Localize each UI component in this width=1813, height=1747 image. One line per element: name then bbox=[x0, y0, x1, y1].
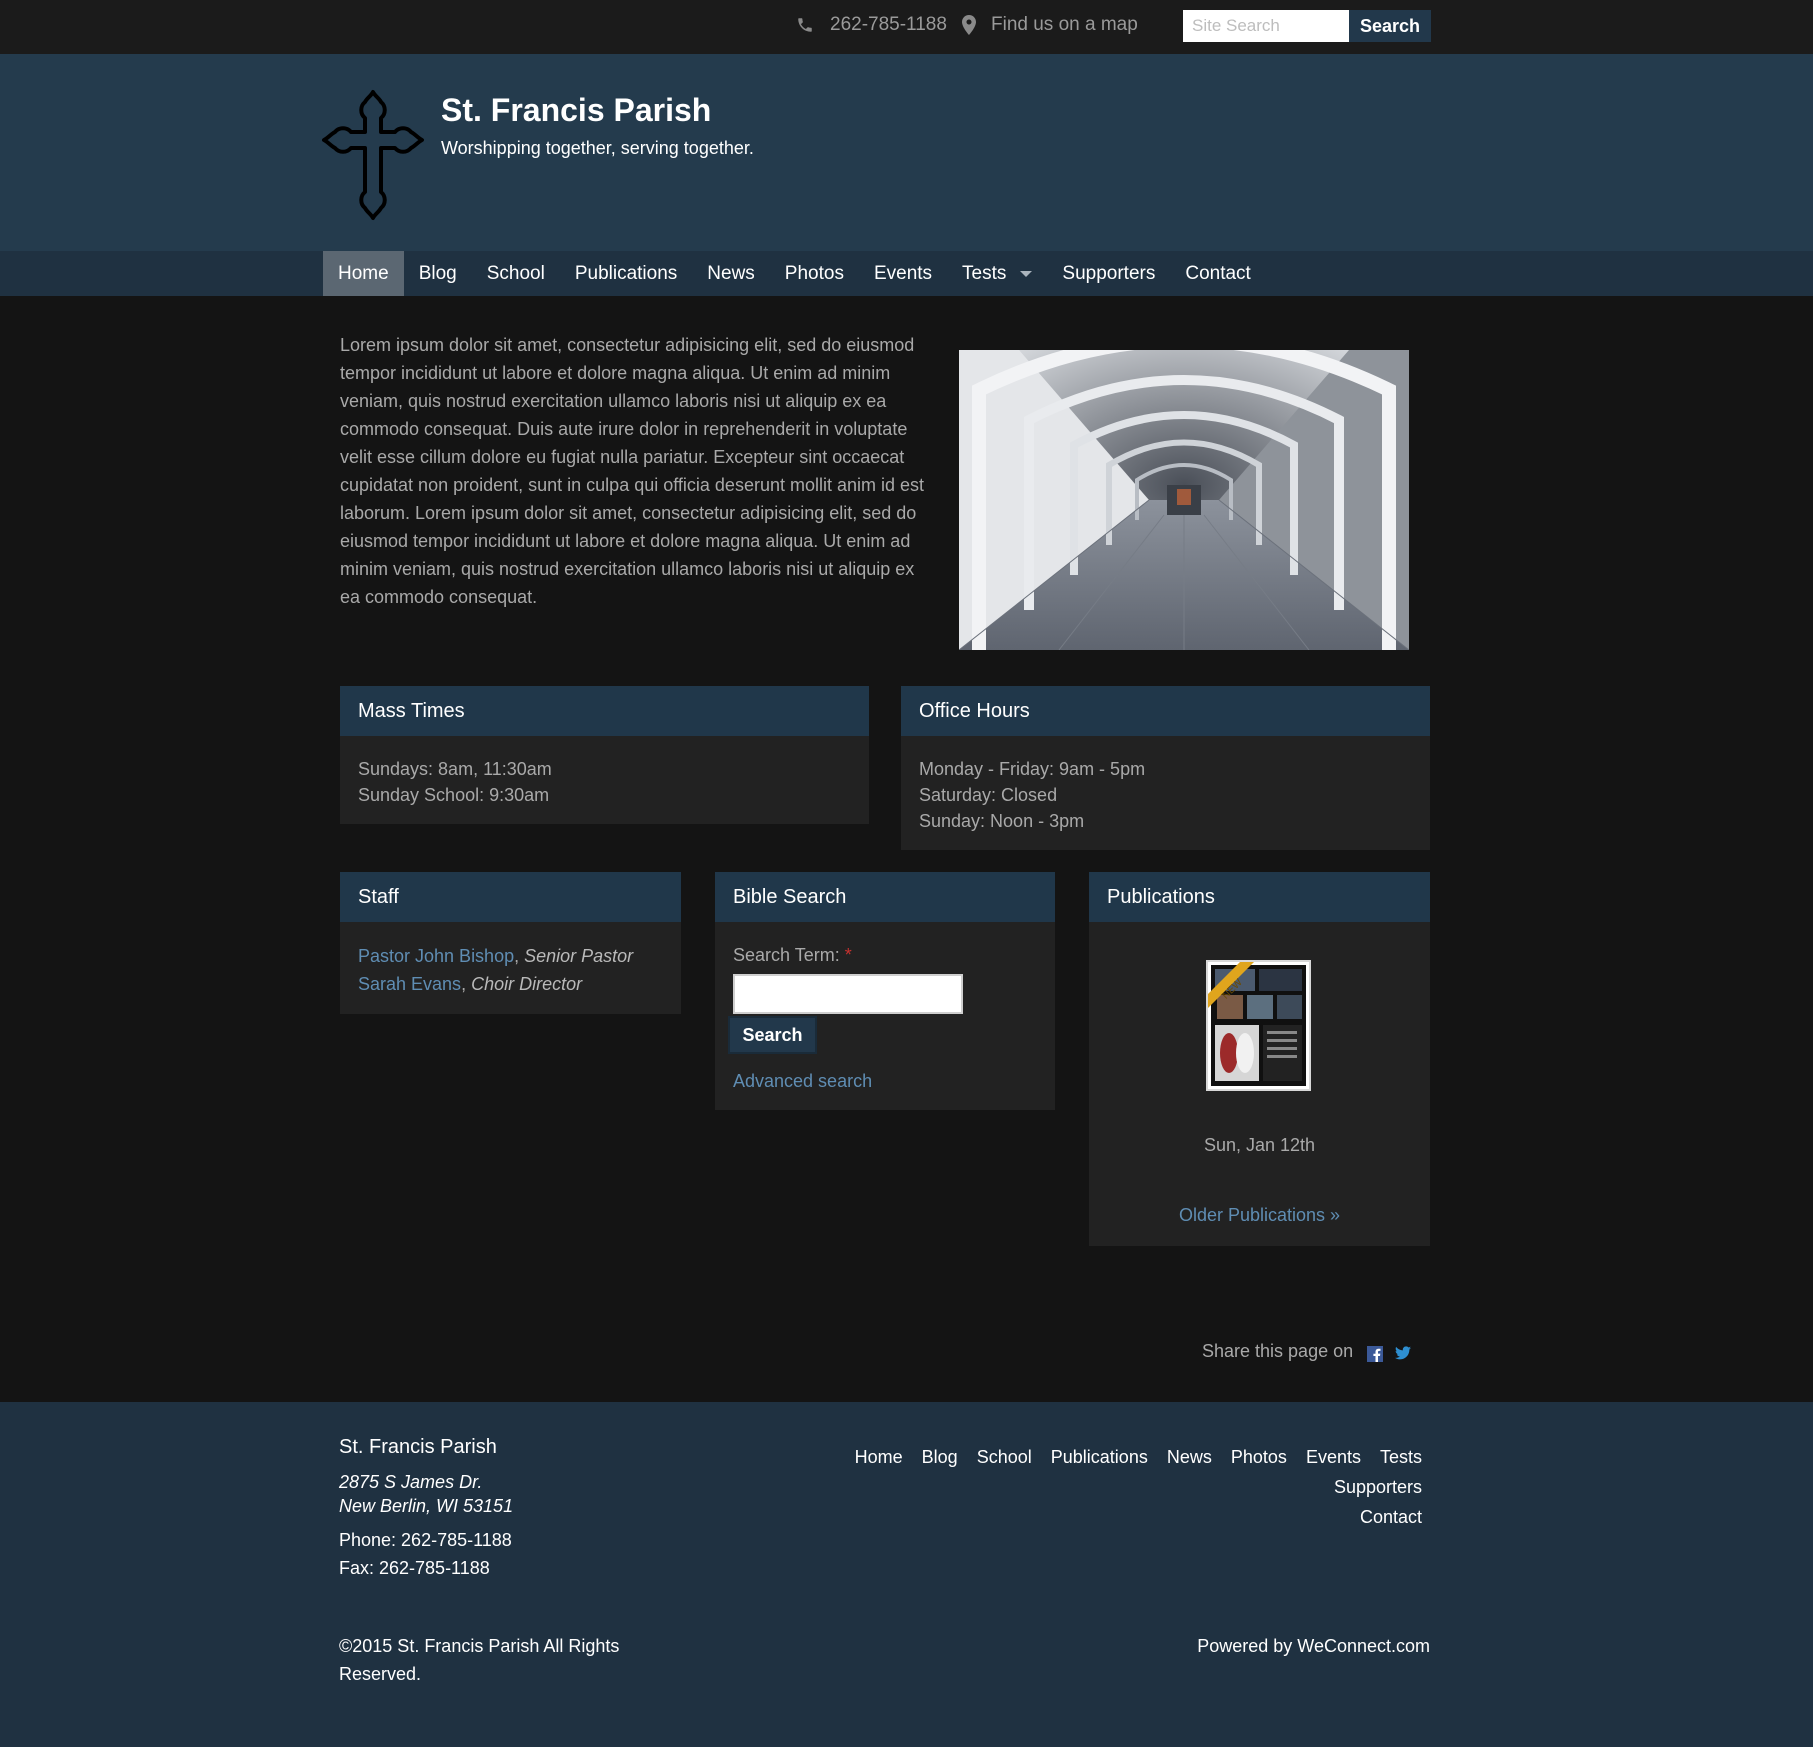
publication-thumbnail[interactable]: NEW bbox=[1206, 960, 1311, 1091]
staff-panel: Staff Pastor John Bishop, Senior Pastor … bbox=[340, 872, 681, 1014]
staff-role: Senior Pastor bbox=[524, 946, 634, 966]
footer-nav-supporters[interactable]: Supporters bbox=[1334, 1477, 1422, 1497]
nav-item-supporters[interactable]: Supporters bbox=[1047, 251, 1170, 296]
cloister-photo bbox=[959, 350, 1409, 650]
facebook-icon[interactable] bbox=[1367, 1346, 1383, 1362]
staff-member: Sarah Evans, Choir Director bbox=[358, 974, 583, 994]
site-header: St. Francis Parish Worshipping together,… bbox=[0, 54, 1813, 251]
search-term-label-text: Search Term: bbox=[733, 945, 840, 965]
footer-nav-contact[interactable]: Contact bbox=[1360, 1507, 1422, 1527]
footer-powered-by[interactable]: Powered by WeConnect.com bbox=[1197, 1632, 1430, 1660]
nav-item-contact[interactable]: Contact bbox=[1170, 251, 1265, 296]
bible-search-panel: Bible Search Search Term: * Search Advan… bbox=[715, 872, 1055, 1110]
site-title[interactable]: St. Francis Parish bbox=[441, 92, 711, 129]
phone-icon bbox=[798, 18, 812, 32]
footer-nav-tests[interactable]: Tests bbox=[1380, 1447, 1422, 1467]
mass-times-title: Mass Times bbox=[340, 686, 869, 736]
find-on-map-link[interactable]: Find us on a map bbox=[991, 14, 1138, 36]
footer-address-line1: 2875 S James Dr. bbox=[339, 1472, 483, 1492]
dropdown-caret-icon bbox=[1020, 270, 1033, 277]
site-search-input[interactable] bbox=[1183, 10, 1349, 42]
nav-item-home[interactable]: Home bbox=[323, 251, 404, 296]
bible-search-button[interactable]: Search bbox=[728, 1016, 817, 1054]
site-search-button[interactable]: Search bbox=[1349, 10, 1431, 42]
footer-phone: Phone: 262-785-1188 bbox=[339, 1530, 512, 1550]
site-tagline: Worshipping together, serving together. bbox=[441, 138, 754, 158]
footer-nav-home[interactable]: Home bbox=[855, 1447, 903, 1467]
publication-date: Sun, Jan 12th bbox=[1203, 1135, 1316, 1155]
office-hours-line: Sunday: Noon - 3pm bbox=[919, 811, 1085, 831]
office-hours-line: Monday - Friday: 9am - 5pm bbox=[919, 759, 1146, 779]
older-publications-link[interactable]: Older Publications » bbox=[1089, 1205, 1430, 1226]
footer-address-line2: New Berlin, WI 53151 bbox=[339, 1496, 514, 1516]
twitter-icon[interactable] bbox=[1395, 1346, 1411, 1360]
nav-item-school[interactable]: School bbox=[472, 251, 560, 296]
bible-search-title: Bible Search bbox=[715, 872, 1055, 922]
nav-item-events[interactable]: Events bbox=[859, 251, 947, 296]
top-phone-number: 262-785-1188 bbox=[830, 14, 947, 35]
top-bar: 262-785-1188 Find us on a map Search bbox=[0, 0, 1813, 54]
footer-nav-news[interactable]: News bbox=[1167, 1447, 1212, 1467]
staff-member: Pastor John Bishop, Senior Pastor bbox=[358, 946, 634, 966]
staff-name-link[interactable]: Sarah Evans bbox=[358, 974, 461, 994]
search-term-label: Search Term: * bbox=[733, 942, 1037, 968]
staff-name-link[interactable]: Pastor John Bishop bbox=[358, 946, 514, 966]
footer-fax: Fax: 262-785-1188 bbox=[339, 1558, 490, 1578]
advanced-search-link[interactable]: Advanced search bbox=[733, 1068, 1037, 1094]
office-hours-line: Saturday: Closed bbox=[919, 785, 1058, 805]
cross-logo-icon[interactable] bbox=[320, 88, 426, 222]
nav-item-publications[interactable]: Publications bbox=[560, 251, 692, 296]
footer-nav-photos[interactable]: Photos bbox=[1231, 1447, 1287, 1467]
footer-nav-publications[interactable]: Publications bbox=[1051, 1447, 1148, 1467]
nav-item-tests[interactable]: Tests bbox=[947, 251, 1047, 296]
bible-search-input[interactable] bbox=[733, 974, 963, 1014]
main-nav: Home Blog School Publications News Photo… bbox=[0, 251, 1813, 296]
publications-title: Publications bbox=[1089, 872, 1430, 922]
map-marker-icon bbox=[962, 15, 976, 35]
footer-nav: Home Blog School Publications News Photo… bbox=[740, 1442, 1422, 1532]
footer-parish-name: St. Francis Parish bbox=[339, 1436, 497, 1458]
required-mark: * bbox=[844, 945, 852, 965]
nav-item-photos[interactable]: Photos bbox=[770, 251, 859, 296]
mass-times-line: Sundays: 8am, 11:30am bbox=[358, 759, 552, 779]
nav-item-news[interactable]: News bbox=[692, 251, 770, 296]
new-badge: NEW bbox=[1208, 962, 1254, 1008]
footer-nav-events[interactable]: Events bbox=[1306, 1447, 1361, 1467]
staff-role: Choir Director bbox=[471, 974, 583, 994]
staff-title: Staff bbox=[340, 872, 681, 922]
share-label: Share this page on bbox=[1202, 1341, 1354, 1361]
nav-item-blog[interactable]: Blog bbox=[404, 251, 472, 296]
footer-nav-school[interactable]: School bbox=[977, 1447, 1032, 1467]
publications-panel: Publications NEW Sun, Jan 12th Older Pub… bbox=[1089, 872, 1430, 1246]
footer-nav-blog[interactable]: Blog bbox=[922, 1447, 958, 1467]
mass-times-line: Sunday School: 9:30am bbox=[358, 785, 550, 805]
mass-times-panel: Mass Times Sundays: 8am, 11:30am Sunday … bbox=[340, 686, 869, 824]
nav-item-tests-label: Tests bbox=[962, 263, 1007, 284]
intro-paragraph: Lorem ipsum dolor sit amet, consectetur … bbox=[340, 335, 925, 607]
office-hours-title: Office Hours bbox=[901, 686, 1430, 736]
office-hours-panel: Office Hours Monday - Friday: 9am - 5pm … bbox=[901, 686, 1430, 850]
footer-copyright: ©2015 St. Francis Parish All Rights Rese… bbox=[339, 1636, 620, 1684]
site-footer: St. Francis Parish 2875 S James Dr. New … bbox=[0, 1402, 1813, 1747]
